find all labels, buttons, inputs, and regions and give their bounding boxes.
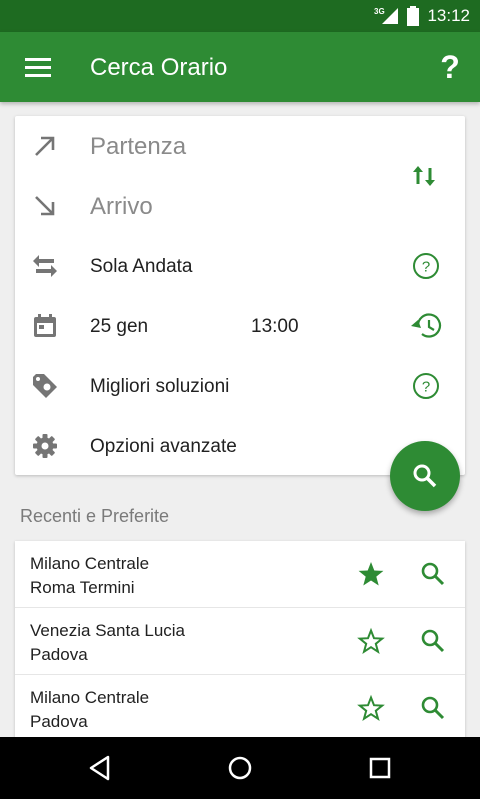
star-filled-icon[interactable] [357,560,385,588]
star-outline-icon[interactable] [357,694,385,722]
search-icon[interactable] [419,694,447,722]
list-item[interactable]: Venezia Santa Lucia Padova [15,608,465,675]
swap-stations-icon[interactable] [410,162,438,190]
svg-text:?: ? [422,379,430,396]
arrow-up-right-icon [35,136,55,156]
time-value[interactable]: 13:00 [251,316,299,338]
history-clock-icon[interactable] [409,311,443,341]
svg-text:?: ? [422,259,430,276]
search-form-card: Partenza Arrivo Sola Andata ? 25 gen 13:… [15,116,465,475]
item-from: Milano Centrale [30,554,150,573]
price-tag-icon [33,374,57,398]
help-circle-icon[interactable]: ? [411,371,441,401]
item-from: Venezia Santa Lucia [30,621,186,640]
date-time-row[interactable]: 25 gen 13:00 [15,296,465,356]
home-icon[interactable] [225,753,255,783]
list-item[interactable]: Milano Centrale Padova [15,675,465,742]
departure-row[interactable]: Partenza [15,116,465,176]
search-icon [413,464,437,488]
battery-icon [407,6,420,26]
help-circle-icon[interactable]: ? [411,251,441,281]
status-bar: 3G 13:12 [0,0,480,32]
arrival-field[interactable]: Arrivo [90,193,153,221]
item-to: Padova [30,645,88,664]
list-item[interactable]: Milano Centrale Roma Termini [15,541,465,608]
search-button[interactable] [390,441,460,511]
star-outline-icon[interactable] [357,627,385,655]
item-to: Padova [30,712,88,731]
arrow-down-right-icon [35,196,55,216]
search-icon[interactable] [419,627,447,655]
calendar-icon [34,314,56,337]
arrival-row[interactable]: Arrivo [15,176,465,236]
date-value[interactable]: 25 gen [90,316,148,338]
solutions-row[interactable]: Migliori soluzioni ? [15,356,465,416]
trip-type-value: Sola Andata [90,256,193,277]
help-button[interactable]: ? [432,48,468,86]
app-bar: Cerca Orario ? [0,32,480,102]
system-nav-bar [0,737,480,799]
trip-type-row[interactable]: Sola Andata ? [15,236,465,296]
swap-horizontal-icon [33,255,57,277]
search-icon[interactable] [419,560,447,588]
recent-apps-icon[interactable] [365,753,395,783]
recent-list: Milano Centrale Roma Termini Venezia San… [15,541,465,742]
page-title: Cerca Orario [90,54,228,81]
section-title-recent: Recenti e Preferite [20,506,170,526]
status-time: 13:12 [427,6,470,25]
item-to: Roma Termini [30,578,135,597]
advanced-options-label: Opzioni avanzate [90,436,237,457]
gear-icon [33,434,57,458]
hamburger-menu-icon[interactable] [18,52,58,82]
back-icon[interactable] [85,753,115,783]
item-from: Milano Centrale [30,688,150,707]
solutions-value: Migliori soluzioni [90,376,230,397]
signal-icon [382,8,399,24]
departure-field[interactable]: Partenza [90,133,186,161]
